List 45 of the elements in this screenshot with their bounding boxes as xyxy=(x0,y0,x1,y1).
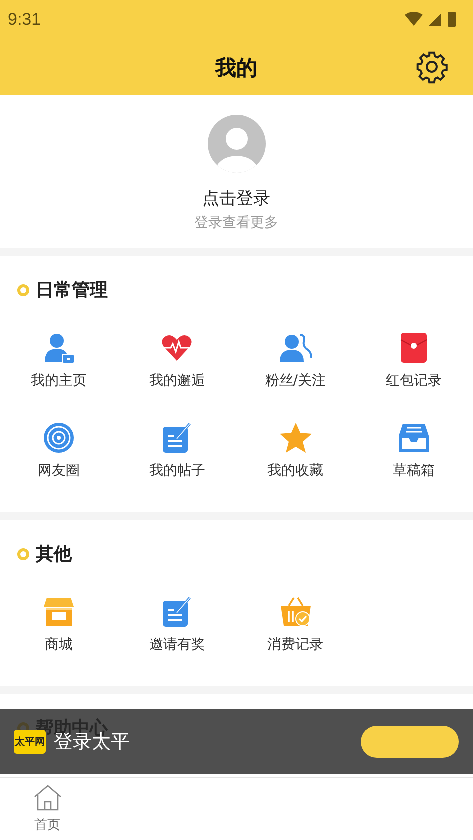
menu-label: 我的主页 xyxy=(31,372,88,390)
menu-label: 邀请有奖 xyxy=(149,636,206,654)
banner-button[interactable] xyxy=(361,726,459,758)
menu-label: 我的邂逅 xyxy=(149,372,206,390)
menu-item[interactable]: 商城 xyxy=(0,596,118,674)
menu-item[interactable]: 红包记录 xyxy=(354,332,473,410)
menu-item[interactable]: 邀请有奖 xyxy=(118,596,236,674)
menu-item[interactable]: 消费记录 xyxy=(236,596,355,674)
section-dot-icon xyxy=(17,284,30,296)
app-logo: 太平网 xyxy=(14,730,46,754)
menu-item[interactable]: 我的帖子 xyxy=(118,422,236,500)
home-icon xyxy=(32,784,62,812)
menu-item[interactable]: 我的邂逅 xyxy=(118,332,236,410)
menu-item[interactable]: 草稿箱 xyxy=(354,422,473,500)
star-icon xyxy=(278,422,313,454)
menu-item[interactable]: 网友圈 xyxy=(0,422,118,500)
menu-label: 我的收藏 xyxy=(268,462,324,480)
inbox-tray-icon xyxy=(398,422,430,454)
section-dot-icon xyxy=(17,548,30,560)
menu-label: 粉丝/关注 xyxy=(265,372,326,390)
person-card-icon xyxy=(43,332,76,364)
menu-label: 草稿箱 xyxy=(392,462,435,480)
note-pen-icon xyxy=(162,422,192,454)
note-pen-icon xyxy=(162,596,192,628)
menu-label: 我的帖子 xyxy=(149,462,206,480)
basket-check-icon xyxy=(280,596,312,628)
page-title: 我的 xyxy=(216,54,258,82)
status-time: 9:31 xyxy=(8,10,42,30)
envelope-icon xyxy=(400,332,428,364)
menu-item[interactable]: 我的收藏 xyxy=(236,422,355,500)
login-link[interactable]: 点击登录 xyxy=(202,187,270,210)
menu-item[interactable]: 我的主页 xyxy=(0,332,118,410)
settings-icon[interactable] xyxy=(415,50,449,84)
shop-icon xyxy=(43,596,76,628)
nav-tab[interactable]: 首页 xyxy=(0,778,95,840)
login-hint: 登录查看更多 xyxy=(194,214,278,232)
menu-label: 网友圈 xyxy=(38,462,80,480)
menu-label: 商城 xyxy=(45,636,74,654)
people-icon xyxy=(278,332,313,364)
menu-item[interactable]: 粉丝/关注 xyxy=(236,332,355,410)
section-title: 日常管理 xyxy=(36,279,108,302)
section-title: 其他 xyxy=(36,543,72,566)
menu-label: 红包记录 xyxy=(386,372,442,390)
target-icon xyxy=(43,422,76,454)
menu-label: 消费记录 xyxy=(268,636,324,654)
